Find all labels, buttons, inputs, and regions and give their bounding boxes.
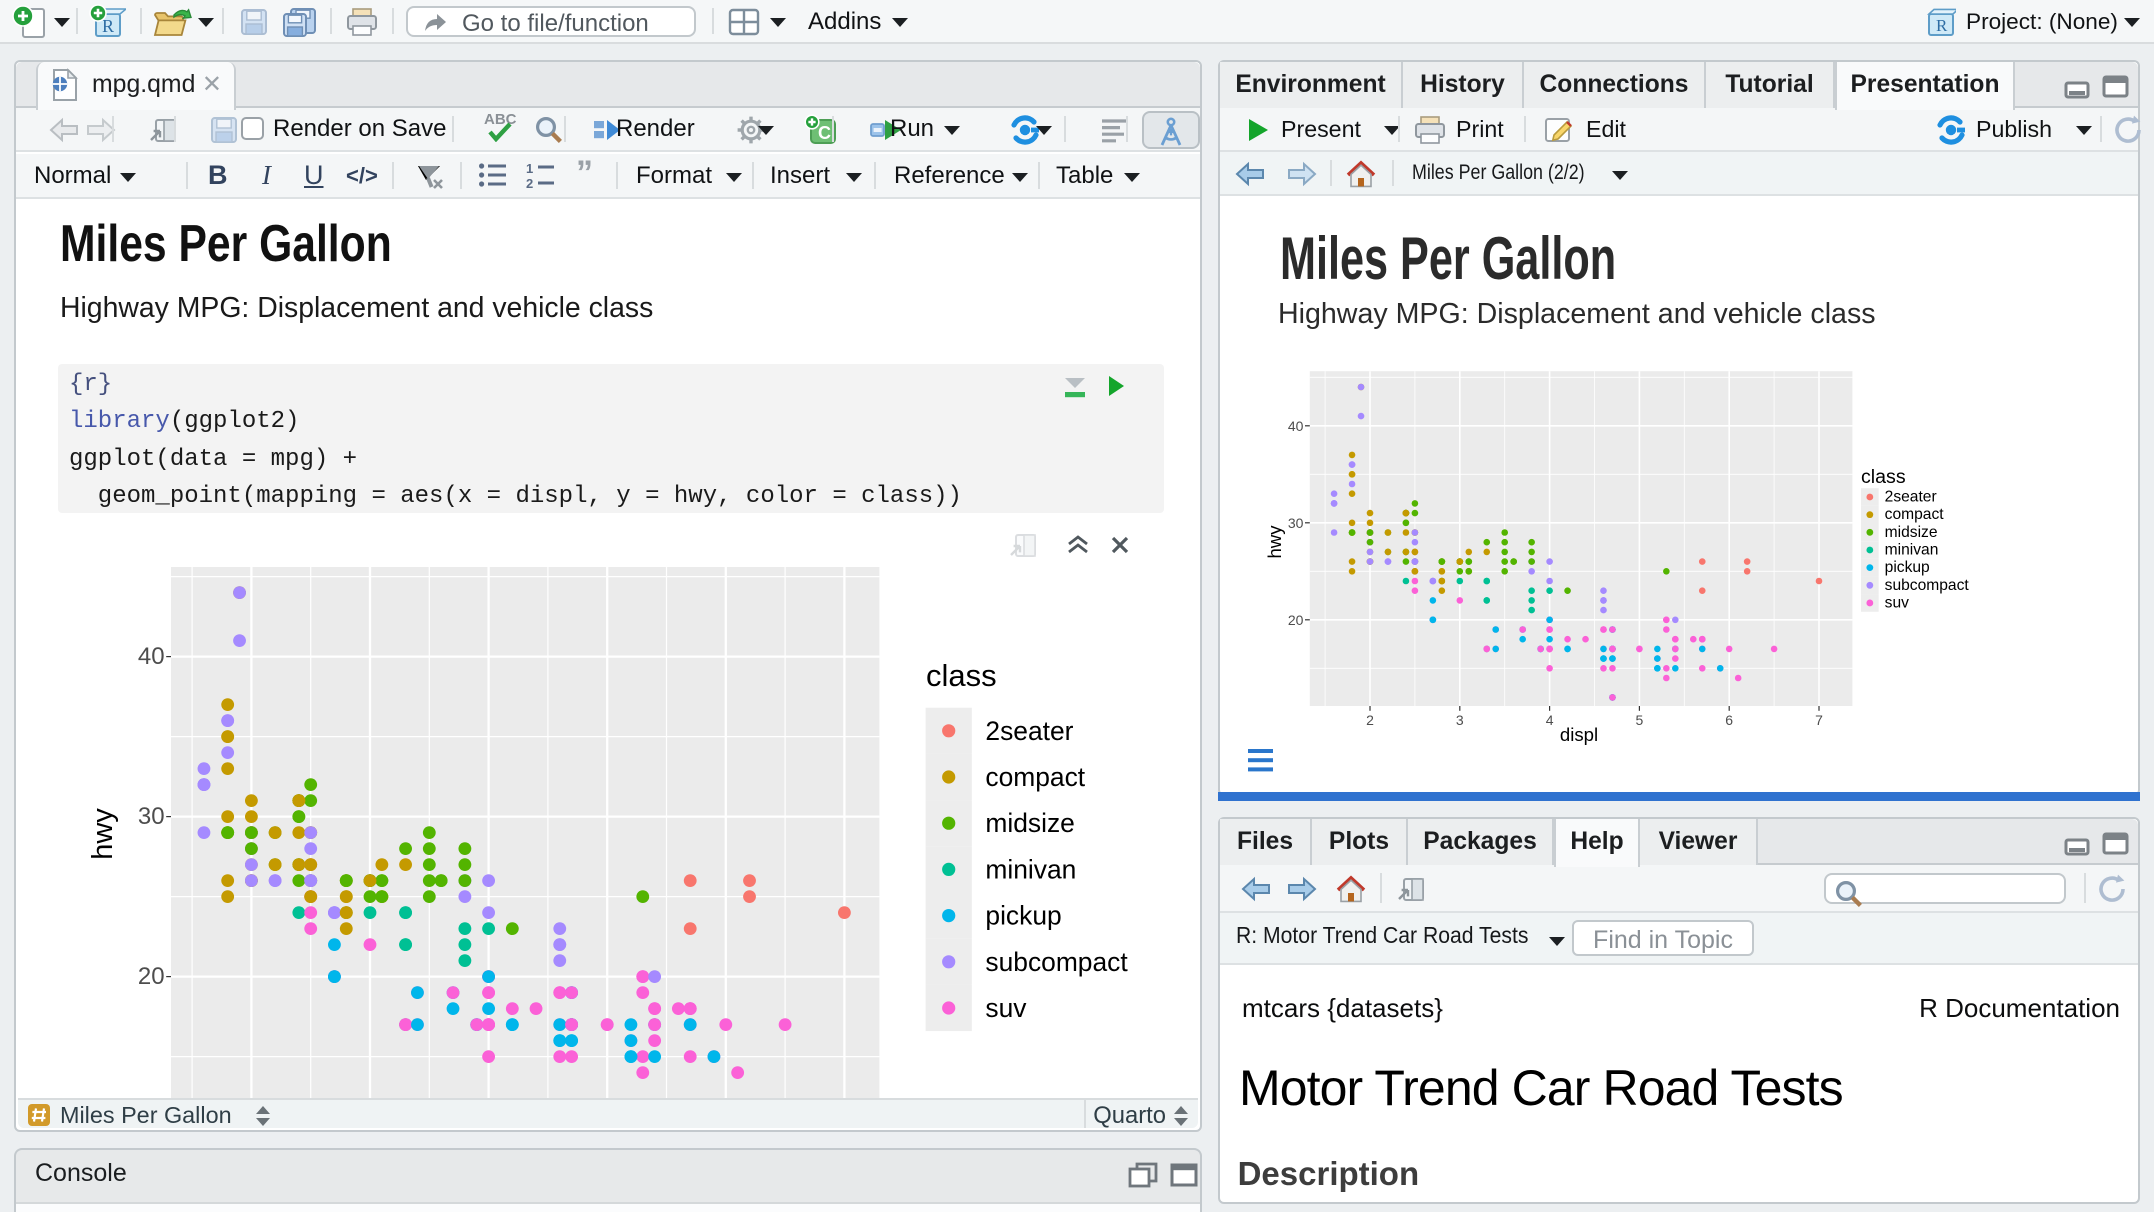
- svg-text:minivan: minivan: [985, 854, 1076, 884]
- svg-text:2: 2: [526, 176, 533, 188]
- svg-text:40: 40: [138, 643, 165, 670]
- svg-text:pickup: pickup: [985, 901, 1061, 931]
- svg-text:R: R: [1936, 16, 1948, 35]
- svg-text:hwy: hwy: [87, 808, 119, 860]
- svg-text:subcompact: subcompact: [985, 947, 1128, 977]
- svg-text:30: 30: [138, 803, 165, 830]
- svg-text:4: 4: [1546, 712, 1554, 728]
- svg-text:class: class: [926, 658, 997, 693]
- svg-text:subcompact: subcompact: [1885, 577, 1970, 594]
- svg-text:midsize: midsize: [985, 808, 1074, 838]
- svg-text:2: 2: [1366, 712, 1374, 728]
- svg-text:suv: suv: [1885, 594, 1909, 611]
- svg-text:midsize: midsize: [1885, 524, 1938, 541]
- svg-text:2seater: 2seater: [1885, 489, 1937, 506]
- svg-text:class: class: [1861, 466, 1906, 488]
- svg-text:30: 30: [1288, 515, 1304, 531]
- svg-text:20: 20: [1288, 612, 1304, 628]
- svg-text:40: 40: [1288, 418, 1304, 434]
- svg-text:compact: compact: [985, 762, 1085, 792]
- svg-text:pickup: pickup: [1885, 559, 1930, 576]
- svg-text:minivan: minivan: [1885, 541, 1939, 558]
- svg-text:compact: compact: [1885, 506, 1945, 523]
- svg-text:6: 6: [1725, 712, 1733, 728]
- svg-text:3: 3: [1456, 712, 1464, 728]
- svg-text:5: 5: [1636, 712, 1644, 728]
- svg-text:1: 1: [526, 162, 533, 176]
- svg-text:20: 20: [138, 963, 165, 990]
- svg-text:C: C: [818, 123, 831, 143]
- svg-text:7: 7: [1815, 712, 1823, 728]
- svg-text:2seater: 2seater: [985, 716, 1073, 746]
- svg-text:suv: suv: [985, 993, 1027, 1023]
- svg-text:hwy: hwy: [1264, 525, 1285, 559]
- svg-text:ABC: ABC: [484, 111, 517, 128]
- svg-text:displ: displ: [1560, 724, 1598, 745]
